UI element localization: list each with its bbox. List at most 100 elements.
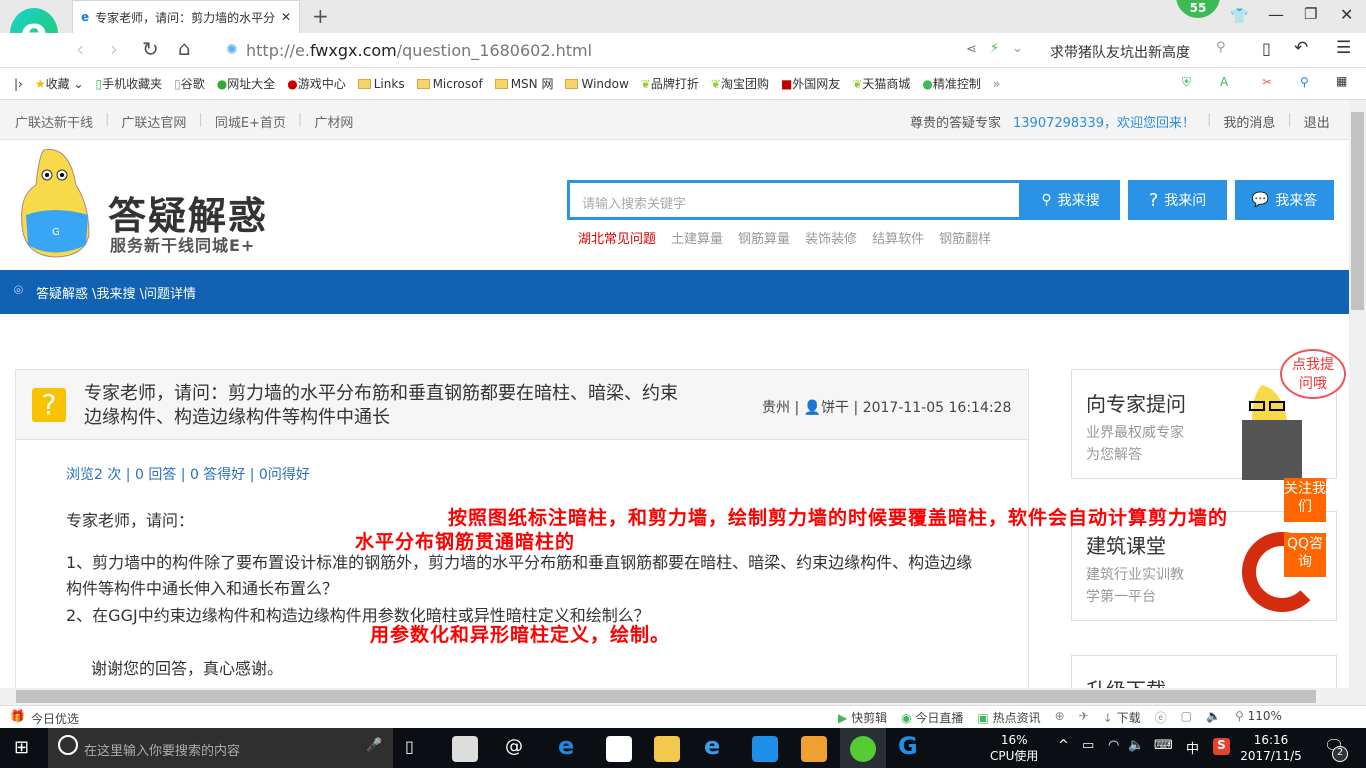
bookmark-links[interactable]: Links [357,77,405,91]
bookmark-mobile[interactable]: ▯手机收藏夹 [96,75,163,92]
url-bar[interactable]: http://e.fwxgx.com/question_1680602.html [246,41,592,60]
follow-us-button[interactable]: 关注我们 [1284,478,1326,522]
home-icon[interactable]: ⌂ [178,36,191,60]
score-badge[interactable]: 55 [1176,0,1220,18]
mascot-logo[interactable]: G [14,145,104,260]
zoom-level[interactable]: ⚲ 110% [1235,709,1282,726]
search-button[interactable]: ⚲ 我来搜 [1021,180,1120,220]
pin-icon[interactable]: ✈ [1079,709,1089,726]
translate-icon[interactable]: A [1220,75,1228,89]
lightning-icon[interactable]: ⚡ [990,41,999,56]
bookmark-favorites[interactable]: ★收藏 ⌄ [35,75,84,92]
bookmark-google[interactable]: ▯谷歌 [174,75,205,92]
author[interactable]: 饼干 [821,400,849,416]
bookmark-games[interactable]: ●游戏中心 [287,75,346,92]
vertical-scrollbar[interactable] [1349,100,1366,688]
link-glodon-official[interactable]: 广联达官网 [121,112,186,131]
download-button[interactable]: ↓ 下载 [1103,709,1141,726]
search-input[interactable]: 请输入搜索关键字 [567,180,1022,220]
live-button[interactable]: ◉ 今日直播 [901,709,963,726]
restore-icon[interactable]: ❐ [1304,5,1317,23]
search-icon[interactable]: ⚲ [1216,40,1226,55]
battery-icon[interactable]: ▭ [1082,738,1094,753]
logout-link[interactable]: 退出 [1304,112,1330,131]
bookmark-tmall[interactable]: ❦天猫商城 [852,75,910,92]
my-messages-link[interactable]: 我的消息 [1223,112,1275,131]
bookmark-msn[interactable]: MSN 网 [494,75,553,92]
link-material-net[interactable]: 广材网 [314,112,353,131]
tag-civil[interactable]: 土建算量 [671,228,723,247]
more-bookmarks[interactable]: » [993,77,1000,91]
horizontal-scroll-thumb[interactable] [16,690,1316,703]
sogou-icon[interactable]: S [1213,738,1230,755]
close-tab-icon[interactable]: ✕ [281,10,291,24]
speed-icon[interactable]: ⊕ [1055,709,1065,726]
minimize-icon[interactable]: — [1268,5,1284,24]
windows-start-icon[interactable]: ⊞ [14,737,29,758]
tag-settlement[interactable]: 结算软件 [872,228,924,247]
share-icon[interactable]: ⋖ [966,42,977,57]
speaker-icon[interactable]: 🔈 [1128,738,1144,753]
skin-icon[interactable]: 👕 [1230,7,1249,25]
key-icon[interactable]: ⚲ [1300,75,1309,89]
bookmark-microsoft[interactable]: Microsof [416,77,483,91]
sidebar-toggle-icon[interactable]: |› [14,77,23,91]
tag-decoration[interactable]: 装饰装修 [805,228,857,247]
microphone-icon[interactable]: 🎤 [366,738,382,753]
tag-rebar-detail[interactable]: 钢筋翻样 [939,228,991,247]
notes-app-icon[interactable] [801,736,827,762]
bookmark-site-nav[interactable]: ●网址大全 [217,75,276,92]
menu-icon[interactable]: ☰ [1336,38,1351,58]
undo-icon[interactable]: ↶ [1294,38,1308,58]
bookmark-taobao[interactable]: ❦淘宝团购 [711,75,769,92]
link-glodon-newline[interactable]: 广联达新干线 [15,112,93,131]
mobile-icon[interactable]: ▯ [1262,39,1271,58]
new-tab-icon[interactable]: + [312,4,329,28]
greeting-user[interactable]: 13907298339，欢迎您回来！ [1013,112,1195,131]
news-button[interactable]: ▣ 热点资讯 [977,709,1040,726]
glodon-app-icon[interactable]: G [898,732,918,760]
bookmark-brand-sale[interactable]: ❦品牌打折 [641,75,699,92]
quick-edit-button[interactable]: ▶ 快剪辑 [838,709,887,726]
swirl-app-icon[interactable]: @ [505,736,523,757]
link-tongcheng-home[interactable]: 同城E+首页 [215,112,286,131]
scissors-icon[interactable]: ✂ [1262,75,1272,89]
wifi-icon[interactable]: ◠ [1108,738,1119,753]
chevron-down-icon[interactable]: ⌄ [1012,41,1023,56]
shield-icon[interactable]: ⛨ [1182,75,1191,90]
bookmark-precision[interactable]: ●精准控制 [922,75,981,92]
fan-app-icon[interactable] [452,736,478,762]
search-hint[interactable]: 求带猪队友坑出新高度 [1050,42,1190,62]
apps-icon[interactable]: ▦ [1336,74,1347,88]
tag-rebar[interactable]: 钢筋算量 [738,228,790,247]
task-view-icon[interactable]: ▯ [405,737,414,756]
forward-icon[interactable]: › [110,37,118,61]
tab-active[interactable]: e 专家老师，请问：剪力墙的水平分 ✕ [72,0,300,33]
show-hidden-icons[interactable]: ^ [1058,738,1069,753]
breadcrumb[interactable]: 答疑解惑 \我来搜 \问题详情 [36,287,196,302]
tag-hubei[interactable]: 湖北常见问题 [578,228,656,247]
taskbar-search[interactable]: 在这里输入你要搜索的内容 🎤 [48,728,393,768]
horizontal-scrollbar[interactable] [0,688,1366,705]
keyboard-icon[interactable]: ⌨ [1154,738,1173,753]
ask-bubble[interactable]: 点我提问哦 [1280,349,1346,399]
refresh-icon[interactable]: ↻ [142,37,159,61]
close-window-icon[interactable]: ✕ [1340,5,1353,24]
answer-button[interactable]: 💬 我来答 [1235,180,1334,220]
browser-taskbar-button[interactable] [840,728,886,768]
bookmark-foreign[interactable]: ■外国网友 [781,75,840,92]
store-icon[interactable] [606,736,632,762]
ask-button[interactable]: ? 我来问 [1128,180,1227,220]
qq-consult-button[interactable]: QQ咨询 [1284,533,1326,577]
ie-mode-icon[interactable]: ⓔ [1155,709,1167,726]
vertical-scroll-thumb[interactable] [1351,112,1364,310]
blue-app-icon[interactable] [752,736,778,762]
today-picks[interactable]: 今日优选 [31,710,79,727]
file-explorer-icon[interactable] [654,736,680,762]
back-icon[interactable]: ‹ [76,37,84,61]
window-icon[interactable]: ▢ [1181,709,1192,726]
edge-icon[interactable]: e [558,732,574,760]
bookmark-windows[interactable]: Window [565,77,629,91]
download-card[interactable]: 升级下载 [1071,655,1337,688]
ie-icon[interactable]: e [704,732,720,760]
